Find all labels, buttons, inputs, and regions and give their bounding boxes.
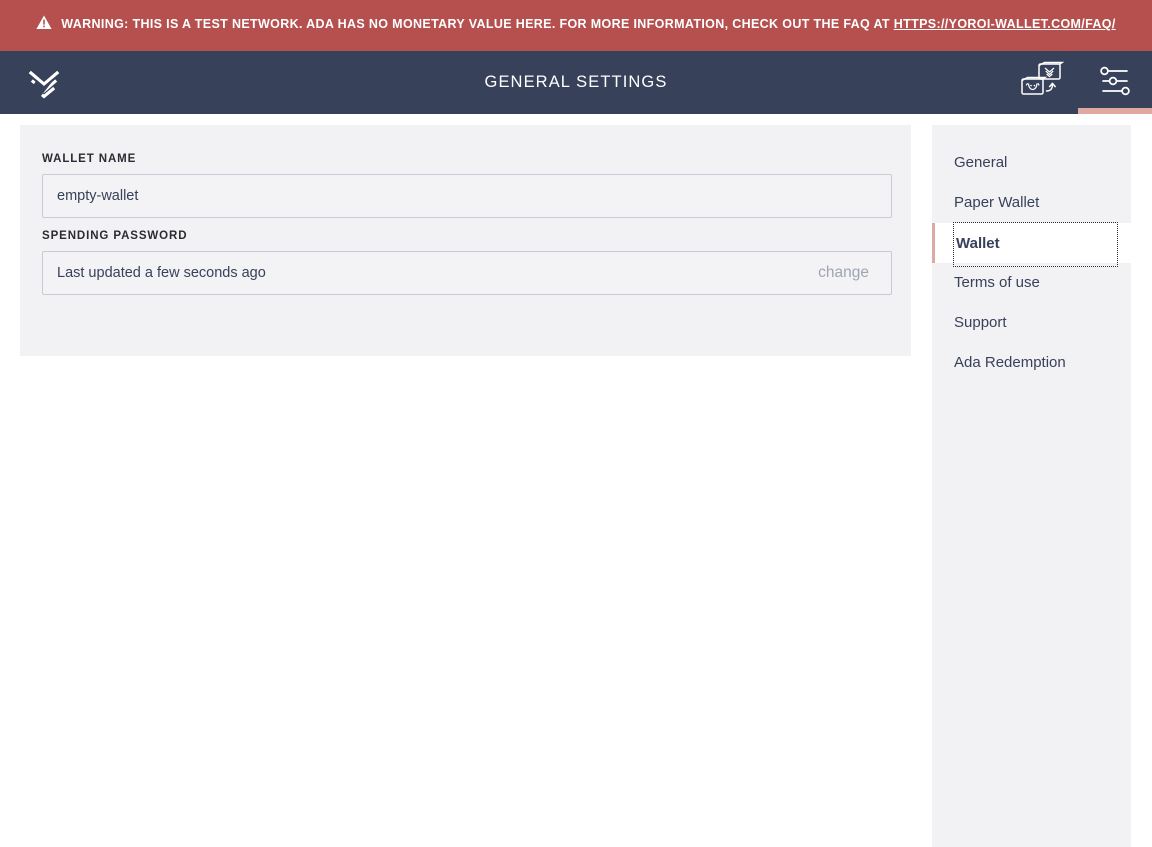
warning-message: WARNING: THIS IS A TEST NETWORK. ADA HAS… — [61, 17, 894, 31]
warning-text: WARNING: THIS IS A TEST NETWORK. ADA HAS… — [36, 14, 1115, 37]
spending-password-field-group: SPENDING PASSWORD Last updated a few sec… — [42, 230, 892, 295]
page-body: WALLET NAME SPENDING PASSWORD Last updat… — [0, 114, 1152, 847]
settings-menu-item-general[interactable]: General — [932, 143, 1131, 183]
wallet-name-input[interactable] — [42, 174, 892, 218]
settings-menu-item-label: General — [954, 154, 1008, 171]
settings-menu-item-terms-of-use[interactable]: Terms of use — [932, 263, 1131, 303]
wallet-name-label: WALLET NAME — [42, 153, 137, 165]
spending-password-label: SPENDING PASSWORD — [42, 230, 188, 242]
settings-menu-item-paper-wallet[interactable]: Paper Wallet — [932, 183, 1131, 223]
settings-menu-item-label: Ada Redemption — [954, 354, 1066, 371]
warning-triangle-icon — [36, 15, 52, 37]
settings-content-area: WALLET NAME SPENDING PASSWORD Last updat… — [0, 114, 932, 847]
wallet-settings-panel: WALLET NAME SPENDING PASSWORD Last updat… — [20, 125, 911, 356]
switch-wallet-icon — [1018, 61, 1065, 104]
page-title: GENERAL SETTINGS — [484, 73, 668, 91]
spending-password-status: Last updated a few seconds ago — [57, 265, 266, 281]
settings-menu-item-ada-redemption[interactable]: Ada Redemption — [932, 343, 1131, 383]
settings-menu: General Paper Wallet Wallet Terms of use… — [932, 125, 1131, 847]
settings-menu-item-label: Paper Wallet — [954, 194, 1040, 211]
settings-button[interactable] — [1078, 51, 1152, 114]
yoroi-logo — [24, 63, 64, 103]
topbar-actions — [1004, 51, 1152, 114]
spending-password-row[interactable]: Last updated a few seconds ago change — [42, 251, 892, 295]
switch-wallet-button[interactable] — [1004, 51, 1078, 114]
change-password-link[interactable]: change — [818, 264, 869, 282]
settings-menu-item-label: Wallet — [953, 222, 1118, 267]
wallet-name-field-group: WALLET NAME — [42, 153, 892, 218]
test-network-warning-banner: WARNING: THIS IS A TEST NETWORK. ADA HAS… — [0, 0, 1152, 51]
faq-link[interactable]: HTTPS://YOROI-WALLET.COM/FAQ/ — [894, 17, 1116, 31]
settings-menu-item-support[interactable]: Support — [932, 303, 1131, 343]
settings-sliders-icon — [1094, 64, 1136, 101]
settings-menu-item-label: Terms of use — [954, 274, 1040, 291]
settings-menu-item-label: Support — [954, 314, 1007, 331]
settings-menu-item-wallet[interactable]: Wallet — [932, 222, 1131, 267]
top-navigation-bar: GENERAL SETTINGS — [0, 51, 1152, 114]
